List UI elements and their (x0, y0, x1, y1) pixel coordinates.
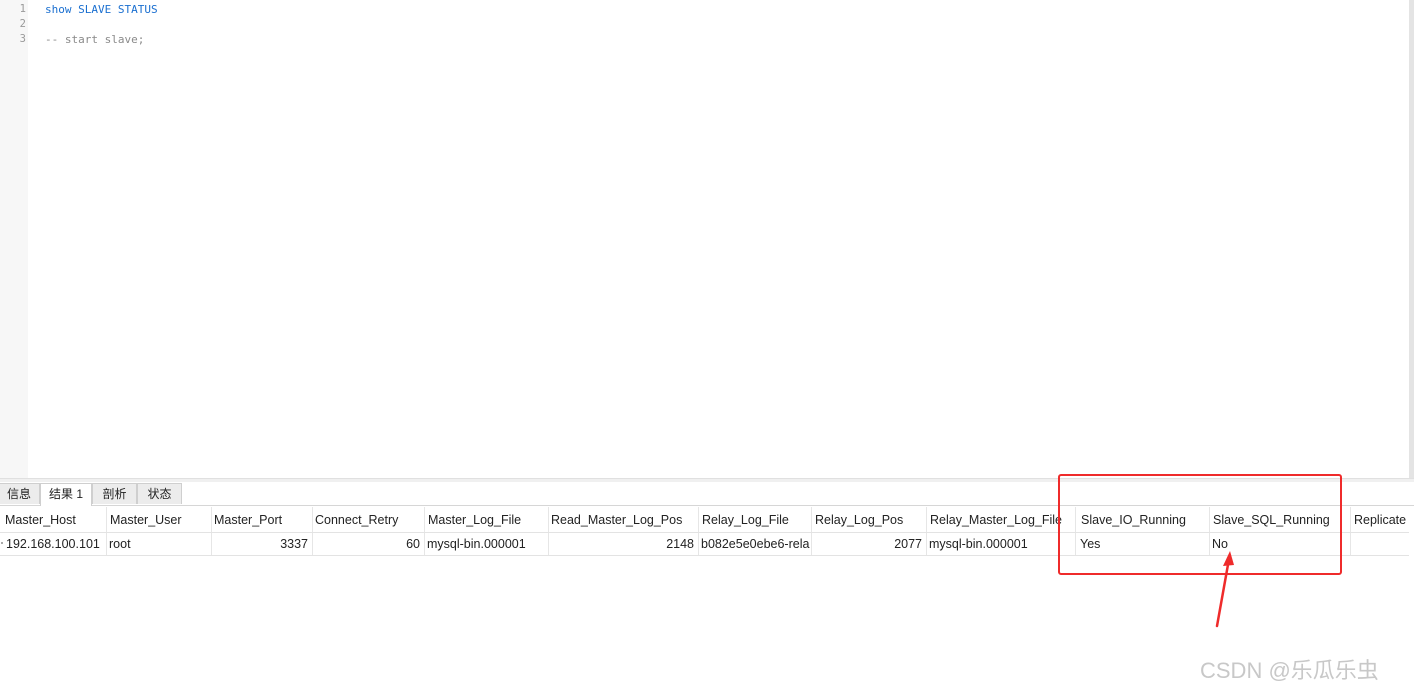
watermark: CSDN @乐瓜乐虫 (1200, 658, 1379, 683)
annotation-arrow-icon (1215, 551, 1234, 628)
